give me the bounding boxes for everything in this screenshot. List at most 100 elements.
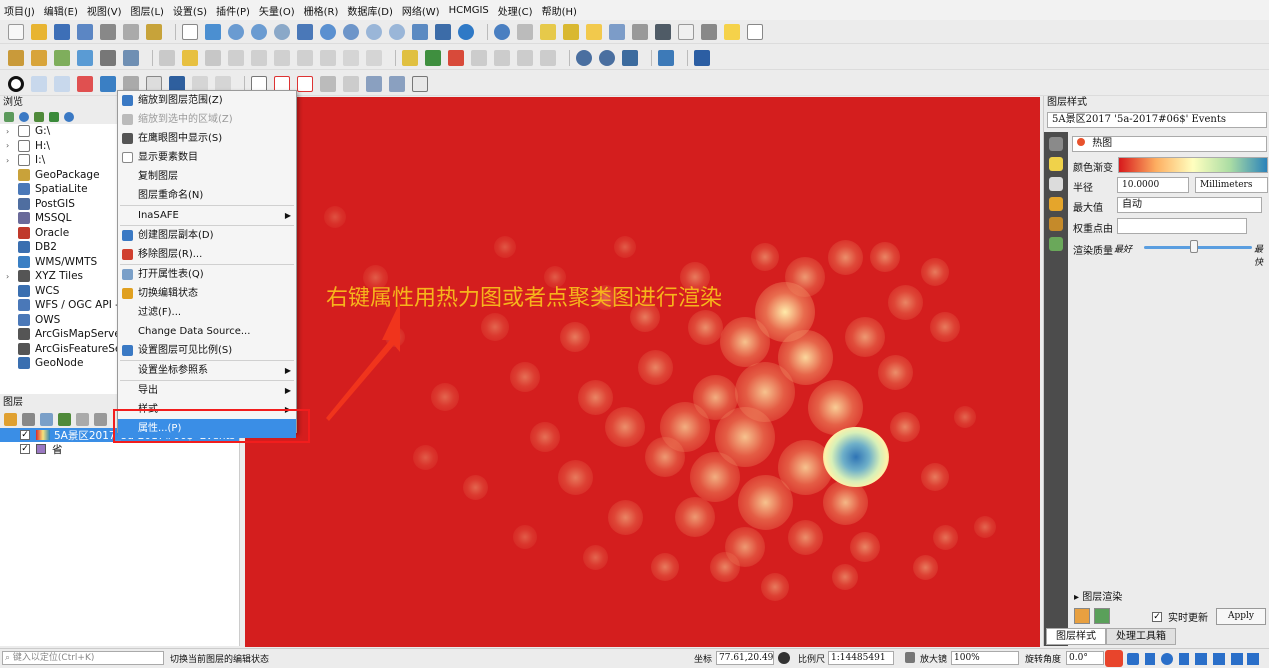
print-layout-icon[interactable] [100,23,116,40]
ime-logo-icon[interactable] [1105,650,1123,667]
context-menu-item[interactable]: 设置坐标参照系 ▶ [118,361,296,380]
leaf-icon[interactable] [412,75,428,92]
zoom-native-icon[interactable] [274,23,290,40]
context-menu-item[interactable]: 导出 ▶ [118,381,296,400]
zoom-next-icon[interactable] [389,23,405,40]
help-icon[interactable] [694,49,710,66]
text-annotation-icon[interactable] [747,23,763,40]
deselect-icon[interactable] [586,23,602,40]
3d-view-icon[interactable] [1049,197,1063,211]
add-db-icon[interactable] [100,49,116,66]
expand-arrow-icon[interactable]: › [6,127,18,136]
menu-item[interactable]: HCMGIS [449,5,489,16]
new-layer-icon[interactable] [31,49,47,66]
context-menu-item[interactable]: 创建图层副本(D) [118,226,296,245]
grid-icon[interactable] [297,75,313,92]
menu-item[interactable]: 视图(V) [87,3,122,18]
ime-punct-icon[interactable] [1145,652,1155,665]
live-update-toggle[interactable]: ✓ 实时更新 [1152,609,1208,624]
locator-search[interactable]: ⌕ 键入以定位(Ctrl+K) [2,651,164,665]
menu-item[interactable]: 图层(L) [131,3,164,18]
save-as-icon[interactable] [77,23,93,40]
renderer-select[interactable]: 热图 [1072,136,1267,152]
menu-item[interactable]: 处理(C) [498,3,533,18]
pan-hand-icon[interactable] [182,23,198,40]
new-project-icon[interactable] [8,23,24,40]
add-feature-icon[interactable] [205,49,221,66]
quality-slider-handle[interactable] [1190,240,1198,253]
toggle-editing-icon[interactable] [182,49,198,66]
expand-arrow-icon[interactable]: › [6,272,18,281]
context-menu-item[interactable]: InaSAFE ▶ [118,206,296,225]
identify-icon[interactable] [494,23,510,40]
vertex-tool-icon[interactable] [228,49,244,66]
map-tips-icon[interactable] [724,23,740,40]
ime-shirt-icon[interactable] [1231,652,1243,665]
context-menu-item[interactable]: 过滤(F)... [118,303,296,322]
tab-layer-style[interactable]: 图层样式 [1046,628,1106,645]
zoom-full-icon[interactable] [297,23,313,40]
masks-abc-icon[interactable] [1049,177,1063,191]
menu-item[interactable]: 帮助(H) [542,3,577,18]
add-wms-icon[interactable] [123,49,139,66]
zoom-last-icon[interactable] [366,23,382,40]
manage-visibility-icon[interactable] [40,412,53,426]
raster-calc-2-icon[interactable] [389,75,405,92]
field-calculator-icon[interactable] [632,23,648,40]
expand-arrow-icon[interactable]: › [6,141,18,150]
menu-item[interactable]: 插件(P) [216,3,250,18]
globe-search-icon[interactable] [576,49,592,66]
zoom-out-icon[interactable] [251,23,267,40]
ime-mode-icon[interactable] [1127,652,1139,665]
context-menu-item[interactable]: 打开属性表(Q) [118,265,296,284]
rotation-field[interactable]: 0.0° [1066,651,1104,665]
context-menu-item[interactable]: 切换编辑状态 [118,284,296,303]
save-icon[interactable] [54,23,70,40]
plugin-icon[interactable] [622,49,638,66]
circle-tool-icon[interactable] [8,75,24,92]
polyline-tool-icon[interactable] [77,75,93,92]
radius-input[interactable]: 10.0000 [1117,177,1189,193]
edit-pencil-icon[interactable] [159,49,175,66]
style-manager-icon[interactable] [146,23,162,40]
ime-keyboard-icon[interactable] [1195,652,1207,665]
ime-person-icon[interactable] [1213,652,1225,665]
statistics-sigma-icon[interactable] [678,23,694,40]
layer-visibility-checkbox[interactable]: ✓ [20,430,30,440]
scale-field[interactable]: 1:14485491 [828,651,894,665]
add-vector-icon[interactable] [54,49,70,66]
new-bookmark-icon[interactable] [435,23,451,40]
symbology-brush-icon[interactable] [1049,137,1063,151]
zoom-selection-icon[interactable] [320,23,336,40]
diagram-icon[interactable] [1049,217,1063,231]
tab-processing-toolbox[interactable]: 处理工具箱 [1106,628,1176,645]
menu-item[interactable]: 设置(S) [173,3,207,18]
ime-grid-icon[interactable] [1247,652,1259,665]
labels-abc-icon[interactable] [1049,157,1063,171]
label-move-icon[interactable] [471,49,487,66]
ime-voice-icon[interactable] [1179,652,1189,665]
context-menu-item[interactable]: 在鹰眼图中显示(S) [118,129,296,148]
cut-icon[interactable] [274,49,290,66]
curve-tool-icon[interactable] [54,75,70,92]
layer-select[interactable]: 5A景区2017 '5a-2017#06$' Events [1047,112,1267,128]
apply-button[interactable]: Apply [1216,608,1266,625]
radius-unit-select[interactable]: Millimeters [1195,177,1268,193]
context-menu-item[interactable]: 显示要素数目 [118,148,296,167]
context-menu-item[interactable]: 设置图层可见比例(S) [118,341,296,360]
menu-item[interactable]: 编辑(E) [44,3,78,18]
zoom-layer-icon[interactable] [343,23,359,40]
menu-item[interactable]: 栅格(R) [304,3,339,18]
add-group-icon[interactable] [22,412,35,426]
zoom-in-icon[interactable] [228,23,244,40]
filter-expression-icon[interactable] [76,412,89,426]
lock-icon[interactable] [905,652,915,663]
context-menu-item[interactable]: 缩放到选中的区域(Z) [118,110,296,129]
refresh-icon[interactable] [458,23,474,40]
raster-calc-icon[interactable] [366,75,382,92]
filter-legend-icon[interactable] [58,412,71,426]
menu-item[interactable]: 网络(W) [402,3,440,18]
fields-icon[interactable] [1049,237,1063,251]
live-update-checkbox[interactable]: ✓ [1152,611,1162,622]
refresh-icon[interactable] [19,112,29,122]
